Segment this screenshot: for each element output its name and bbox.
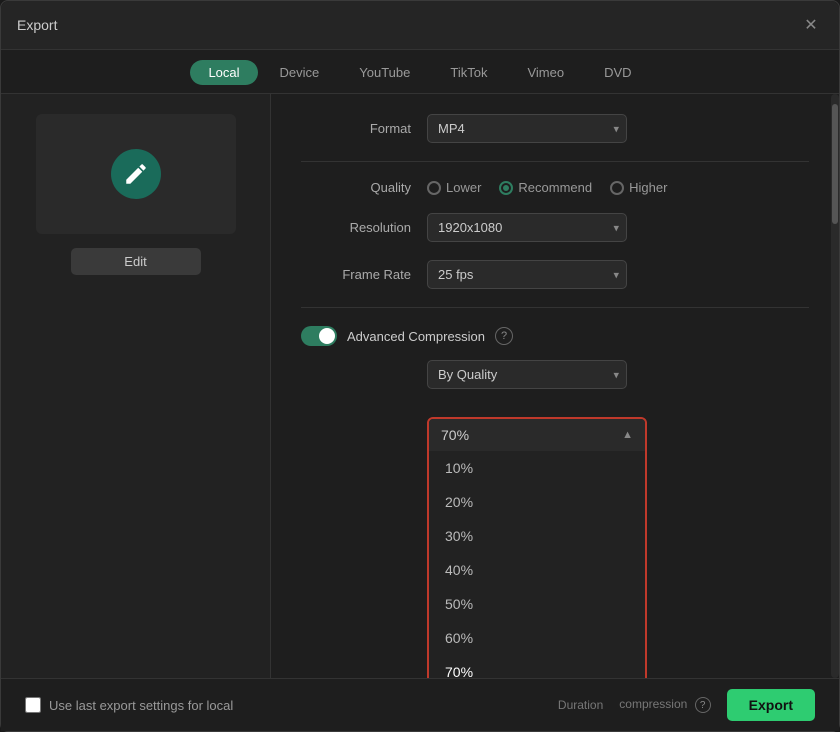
quality-dropdown-selected-value: 70% xyxy=(441,427,469,443)
use-last-settings-label: Use last export settings for local xyxy=(49,698,233,713)
tab-device[interactable]: Device xyxy=(262,60,338,85)
scrollbar-thumb[interactable] xyxy=(832,104,838,224)
left-panel: Edit xyxy=(1,94,271,678)
format-select-wrap: MP4 ▾ xyxy=(427,114,627,143)
dropdown-item-70[interactable]: 70% xyxy=(429,655,645,678)
advanced-help-icon[interactable]: ? xyxy=(495,327,513,345)
format-select[interactable]: MP4 xyxy=(427,114,627,143)
resolution-select[interactable]: 1920x1080 xyxy=(427,213,627,242)
framerate-select[interactable]: 25 fps xyxy=(427,260,627,289)
format-row: Format MP4 ▾ xyxy=(301,114,809,143)
duration-label: Duration xyxy=(558,698,603,712)
tab-tiktok[interactable]: TikTok xyxy=(432,60,505,85)
quality-dropdown-selected[interactable]: 70% ▲ xyxy=(429,419,645,451)
compression-label: compression xyxy=(619,697,687,711)
quality-lower[interactable]: Lower xyxy=(427,180,481,195)
quality-label: Quality xyxy=(301,180,411,195)
export-button[interactable]: Export xyxy=(727,689,815,721)
quality-lower-label: Lower xyxy=(446,180,481,195)
quality-row: Quality Lower Recommend Higher xyxy=(301,180,809,195)
quality-dropdown-wrapper: 70% ▲ 10% 20% 30% 40% 50% 60% 70% 80% 90… xyxy=(427,417,809,678)
quality-recommend[interactable]: Recommend xyxy=(499,180,592,195)
dialog-body: Edit Format MP4 ▾ Quality xyxy=(1,94,839,678)
footer: Use last export settings for local Durat… xyxy=(1,678,839,731)
advanced-compression-label: Advanced Compression xyxy=(347,329,485,344)
export-dialog: Export ✕ Local Device YouTube TikTok Vim… xyxy=(0,0,840,732)
framerate-select-wrap: 25 fps ▾ xyxy=(427,260,627,289)
dropdown-item-60[interactable]: 60% xyxy=(429,621,645,655)
by-quality-select[interactable]: By Quality xyxy=(427,360,627,389)
edit-button[interactable]: Edit xyxy=(71,248,201,275)
close-button[interactable]: ✕ xyxy=(799,13,823,37)
resolution-label: Resolution xyxy=(301,220,411,235)
footer-duration-info: Duration xyxy=(558,698,603,712)
framerate-label: Frame Rate xyxy=(301,267,411,282)
by-quality-row: By Quality ▾ xyxy=(427,360,809,403)
dropdown-item-50[interactable]: 50% xyxy=(429,587,645,621)
dropdown-item-20[interactable]: 20% xyxy=(429,485,645,519)
radio-lower xyxy=(427,181,441,195)
resolution-row: Resolution 1920x1080 ▾ xyxy=(301,213,809,242)
quality-dropdown-container: 70% ▲ 10% 20% 30% 40% 50% 60% 70% 80% 90… xyxy=(427,417,647,678)
radio-higher xyxy=(610,181,624,195)
right-panel: Format MP4 ▾ Quality Lower xyxy=(271,94,839,678)
preview-box xyxy=(36,114,236,234)
quality-higher[interactable]: Higher xyxy=(610,180,667,195)
chevron-up-icon: ▲ xyxy=(622,429,633,441)
by-quality-select-wrap: By Quality ▾ xyxy=(427,360,627,389)
tab-local[interactable]: Local xyxy=(190,60,257,85)
preview-icon xyxy=(111,149,161,199)
compression-help-icon[interactable]: ? xyxy=(695,697,711,713)
radio-recommend xyxy=(499,181,513,195)
divider-2 xyxy=(301,307,809,308)
advanced-compression-row: Advanced Compression ? xyxy=(301,326,809,346)
footer-left: Use last export settings for local xyxy=(25,697,233,713)
dialog-title: Export xyxy=(17,17,57,33)
dropdown-item-10[interactable]: 10% xyxy=(429,451,645,485)
quality-recommend-label: Recommend xyxy=(518,180,592,195)
framerate-row: Frame Rate 25 fps ▾ xyxy=(301,260,809,289)
divider-1 xyxy=(301,161,809,162)
format-label: Format xyxy=(301,121,411,136)
quality-higher-label: Higher xyxy=(629,180,667,195)
title-bar: Export ✕ xyxy=(1,1,839,50)
resolution-select-wrap: 1920x1080 ▾ xyxy=(427,213,627,242)
advanced-compression-toggle[interactable] xyxy=(301,326,337,346)
tab-youtube[interactable]: YouTube xyxy=(341,60,428,85)
quality-dropdown-list: 10% 20% 30% 40% 50% 60% 70% 80% 90% xyxy=(429,451,645,678)
footer-compression-info: compression ? xyxy=(619,697,710,714)
quality-options: Lower Recommend Higher xyxy=(427,180,667,195)
tab-dvd[interactable]: DVD xyxy=(586,60,649,85)
dropdown-item-30[interactable]: 30% xyxy=(429,519,645,553)
scrollbar-track xyxy=(831,94,839,678)
dropdown-item-40[interactable]: 40% xyxy=(429,553,645,587)
tab-vimeo[interactable]: Vimeo xyxy=(509,60,582,85)
footer-right: Duration compression ? Export xyxy=(558,689,815,721)
use-last-settings-checkbox[interactable] xyxy=(25,697,41,713)
tabs-row: Local Device YouTube TikTok Vimeo DVD xyxy=(1,50,839,94)
